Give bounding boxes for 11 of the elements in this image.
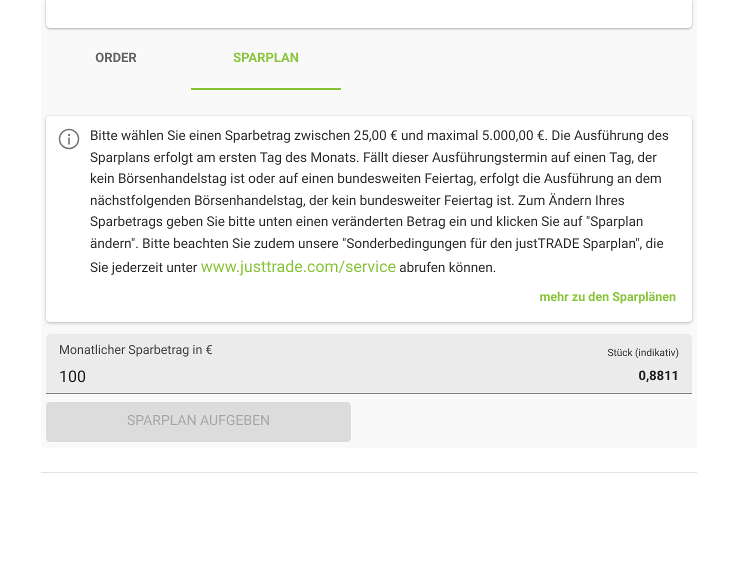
amount-field[interactable]: Monatlicher Sparbetrag in € 100 Stück (indikativ) 0,8811 [46, 334, 692, 394]
info-icon [58, 128, 80, 150]
tab[interactable]: ORDER [41, 28, 191, 90]
info-text: Bitte wählen Sie einen Sparbetrag zwischen 25,00 € und maximal 5.000,00 €. Die Ausführung des Sparplans erfolgt am ersten Tag des Monats. Fällt dieser Ausführungstermin auf einen Tag, der kein Börsenhandelstag ist oder auf einen bundesweiten Feiertag, erfolgt die Ausführung an dem nächstfolgenden Börsenhandelstag, der kein bundesweiter Feiertag ist. Zum Ändern Ihres Sparbetrags geben Sie bitte unten einen veränderten Betrag ein und klicken Sie auf "Sparplan ändern". Bitte beachten Sie zudem unsere "Sonderbedingungen für den justTRADE Sparplan", die Sie jederzeit unter www.justtrade.com/service abrufen können. [90, 127, 670, 278]
field-label: Monatlicher Sparbetrag in € [59, 342, 212, 360]
more-link[interactable]: mehr zu den Sparplänen [540, 289, 676, 308]
pieces-label: Stück (indikativ) [608, 346, 679, 361]
tab[interactable]: SPARPLAN [191, 28, 341, 90]
pieces-value: 0,8811 [638, 368, 679, 386]
service-link[interactable]: www.justtrade.com/service [200, 256, 396, 276]
field-value: 100 [59, 366, 87, 388]
